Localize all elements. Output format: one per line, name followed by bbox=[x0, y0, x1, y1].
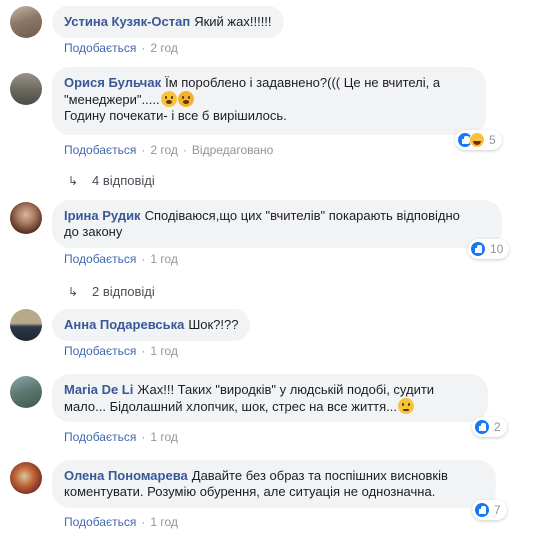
comment-bubble: Maria De Li Жах!!! Таких "виродків" у люд… bbox=[52, 374, 488, 422]
replies-count: 4 відповіді bbox=[92, 173, 155, 188]
reactions-summary[interactable]: 5 bbox=[455, 130, 502, 150]
comment-timestamp[interactable]: 1 год bbox=[150, 515, 178, 529]
reaction-count: 2 bbox=[494, 420, 501, 434]
edited-label[interactable]: Відредаговано bbox=[192, 143, 273, 157]
crying-emoji-icon bbox=[177, 91, 194, 107]
comment-timestamp[interactable]: 1 год bbox=[150, 344, 178, 358]
comment-actions: Подобається · 1 год bbox=[64, 252, 178, 266]
thinking-emoji-icon bbox=[398, 398, 414, 414]
avatar[interactable] bbox=[10, 376, 42, 408]
comment-text: Їм пороблено і задавнено?((( Це не вчите… bbox=[165, 75, 441, 90]
like-button[interactable]: Подобається bbox=[64, 515, 136, 529]
like-button[interactable]: Подобається bbox=[64, 430, 136, 444]
comment-timestamp[interactable]: 2 год bbox=[150, 143, 178, 157]
reactions-summary[interactable]: 10 bbox=[468, 239, 510, 259]
comment-text: Давайте без образ та поспішних висновків bbox=[191, 468, 448, 483]
comment-actions: Подобається · 1 год bbox=[64, 430, 178, 444]
comment-timestamp[interactable]: 2 год bbox=[150, 41, 178, 55]
like-reaction-icon bbox=[470, 241, 486, 257]
reactions-summary[interactable]: 2 bbox=[472, 417, 507, 437]
comment-author[interactable]: Maria De Li bbox=[64, 382, 133, 397]
comment-author[interactable]: Устина Кузяк-Остап bbox=[64, 14, 190, 29]
comment-text: до закону bbox=[64, 224, 123, 239]
reaction-count: 10 bbox=[490, 242, 504, 256]
reactions-summary[interactable]: 7 bbox=[472, 500, 507, 520]
avatar[interactable] bbox=[10, 462, 42, 494]
comment-actions: Подобається · 1 год bbox=[64, 515, 178, 529]
avatar[interactable] bbox=[10, 6, 42, 38]
comment-bubble: Олена Пономарева Давайте без образ та пос… bbox=[52, 460, 496, 508]
replies-count: 2 відповіді bbox=[92, 284, 155, 299]
reply-arrow-icon: ↳ bbox=[68, 285, 79, 299]
scream-emoji-icon bbox=[160, 91, 177, 107]
comment-bubble: Анна Подаревська Шок?!?? bbox=[52, 309, 251, 341]
comment-actions: Подобається · 2 год bbox=[64, 41, 178, 55]
view-replies-link[interactable]: ↳ 2 відповіді bbox=[68, 284, 155, 299]
comment-text: Сподіваюся,що цих "вчителів" покарають в… bbox=[144, 208, 460, 223]
comment-author[interactable]: Олена Пономарева bbox=[64, 468, 188, 483]
comment-author[interactable]: Орися Бульчак bbox=[64, 75, 161, 90]
reply-arrow-icon: ↳ bbox=[68, 174, 79, 188]
avatar[interactable] bbox=[10, 202, 42, 234]
haha-reaction-icon bbox=[469, 132, 485, 148]
avatar[interactable] bbox=[10, 73, 42, 105]
comment-text: Який жах!!!!!! bbox=[194, 14, 272, 29]
reaction-count: 5 bbox=[489, 133, 496, 147]
like-button[interactable]: Подобається bbox=[64, 252, 136, 266]
comment-bubble: Орися Бульчак Їм пороблено і задавнено?((… bbox=[52, 67, 486, 135]
comment-bubble: Ірина Рудик Сподіваюся,що цих "вчителів" … bbox=[52, 200, 502, 248]
comment-text: мало... Бідолашний хлопчик, шок, стрес н… bbox=[64, 399, 397, 414]
comment-text: Жах!!! Таких "виродків" у людській подоб… bbox=[137, 382, 435, 397]
like-button[interactable]: Подобається bbox=[64, 41, 136, 55]
comment-timestamp[interactable]: 1 год bbox=[150, 430, 178, 444]
like-button[interactable]: Подобається bbox=[64, 143, 136, 157]
comment-bubble: Устина Кузяк-Остап Який жах!!!!!! bbox=[52, 6, 284, 38]
reaction-count: 7 bbox=[494, 503, 501, 517]
comment-actions: Подобається · 1 год bbox=[64, 344, 178, 358]
comment-text: "менеджери"..... bbox=[64, 92, 160, 107]
avatar[interactable] bbox=[10, 309, 42, 341]
comment-author[interactable]: Ірина Рудик bbox=[64, 208, 141, 223]
comment-author[interactable]: Анна Подаревська bbox=[64, 317, 184, 332]
view-replies-link[interactable]: ↳ 4 відповіді bbox=[68, 173, 155, 188]
comment-actions: Подобається · 2 год · Відредаговано bbox=[64, 143, 274, 157]
comment-text: коментувати. Розумію обурення, але ситуа… bbox=[64, 484, 436, 499]
like-reaction-icon bbox=[474, 502, 490, 518]
like-reaction-icon bbox=[474, 419, 490, 435]
like-button[interactable]: Подобається bbox=[64, 344, 136, 358]
comment-text: Годину почекати- і все б вирішилось. bbox=[64, 108, 287, 123]
comment-timestamp[interactable]: 1 год bbox=[150, 252, 178, 266]
comment-text: Шок?!?? bbox=[188, 317, 239, 332]
